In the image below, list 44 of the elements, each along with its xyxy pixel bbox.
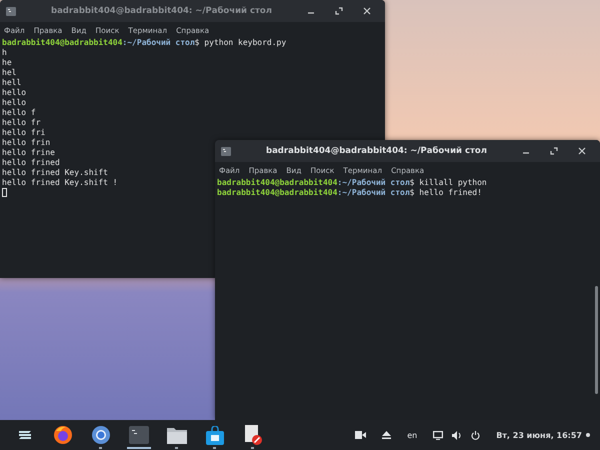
- output-line: hello f: [2, 108, 36, 118]
- output-line: hello frin: [2, 138, 50, 148]
- prompt-line: badrabbit404@badrabbit404:~/Рабочий стол$ hello frined!: [217, 188, 482, 198]
- output-line: hel: [2, 68, 16, 78]
- document-icon[interactable]: [243, 425, 263, 445]
- speaker-icon[interactable]: [452, 430, 462, 440]
- clock[interactable]: Вт, 23 июня, 16:57: [496, 430, 582, 440]
- output-line: h: [2, 48, 7, 58]
- running-indicator: [213, 447, 216, 449]
- running-indicator: [175, 447, 178, 449]
- output-line: hello fr: [2, 118, 41, 128]
- output-line: hello frined Key.shift: [2, 168, 108, 178]
- output-line: hello frined: [2, 158, 60, 168]
- output-line: hello: [2, 88, 26, 98]
- fox-globe-icon[interactable]: [53, 425, 73, 445]
- running-indicator: [127, 447, 151, 449]
- output-line: hello: [2, 98, 26, 108]
- maximize-icon[interactable]: [335, 7, 343, 15]
- prompt-line: badrabbit404@badrabbit404:~/Рабочий стол$ killall python: [217, 178, 487, 188]
- output-line: hello frine: [2, 148, 55, 158]
- notification-dot: [586, 433, 590, 437]
- power-icon[interactable]: [471, 430, 480, 440]
- keyboard-layout[interactable]: en: [407, 430, 418, 440]
- terminal-icon: [6, 6, 16, 16]
- scrollbar[interactable]: [595, 286, 598, 394]
- window-title: badrabbit404@badrabbit404: ~/Рабочий стол: [264, 146, 488, 156]
- output-line: hello fri: [2, 128, 46, 138]
- monitor-icon[interactable]: [433, 430, 444, 440]
- eject-icon[interactable]: [382, 431, 392, 439]
- maximize-icon[interactable]: [550, 147, 558, 155]
- output-line: he: [2, 58, 12, 68]
- terminal-icon: [221, 146, 231, 156]
- close-icon[interactable]: [363, 7, 371, 15]
- camera-icon[interactable]: [355, 431, 366, 439]
- browser-globe-icon[interactable]: [91, 425, 111, 445]
- shopping-bag-icon[interactable]: [206, 426, 224, 444]
- running-indicator: [251, 447, 254, 449]
- output-line: hell: [2, 78, 22, 88]
- running-indicator: [99, 447, 102, 449]
- prompt-line: badrabbit404@badrabbit404:~/Рабочий стол$ python keybord.py: [2, 38, 286, 48]
- output-line: hello frined Key.shift !: [2, 178, 118, 188]
- window-title: badrabbit404@badrabbit404: ~/Рабочий стол: [50, 6, 273, 16]
- folder-icon[interactable]: [167, 426, 187, 444]
- close-icon[interactable]: [578, 147, 586, 155]
